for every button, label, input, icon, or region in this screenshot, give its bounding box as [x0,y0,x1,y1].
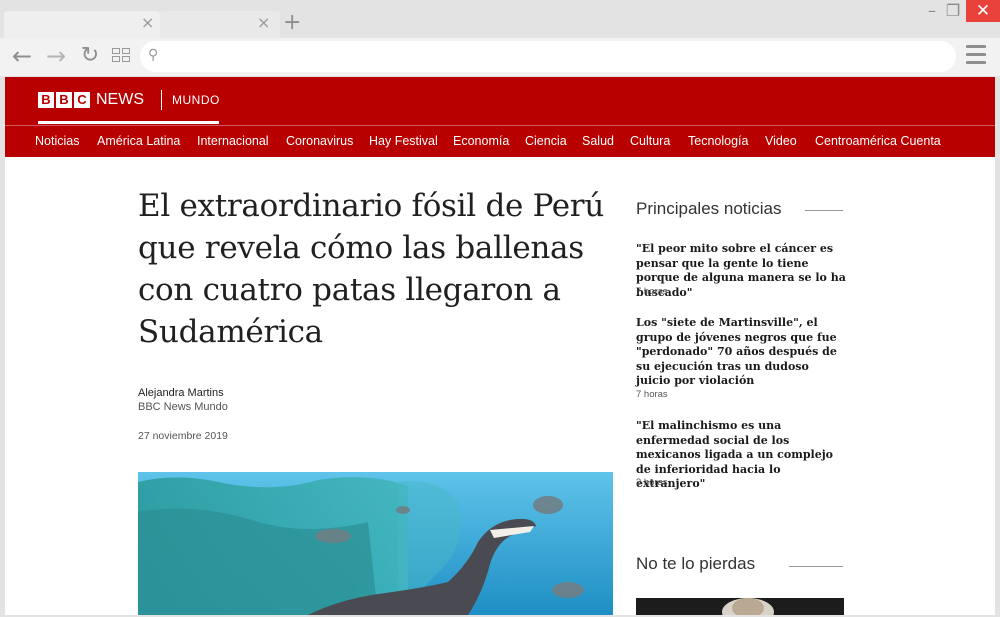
article-hero-image [138,472,613,615]
nav-item-cultura[interactable]: Cultura [630,134,670,148]
service-name[interactable]: MUNDO [172,93,220,107]
nav-item-salud[interactable]: Salud [582,134,614,148]
dont-miss-thumbnail[interactable] [636,598,844,615]
reload-icon[interactable]: ↻ [76,42,104,70]
story-time: 7 horas [636,389,668,400]
story-time: 7 horas [636,286,668,297]
nav-item-centroamerica-cuenta[interactable]: Centroamérica Cuenta [815,134,941,148]
back-arrow-icon[interactable]: ← [8,42,36,70]
top-story-link[interactable]: Los "siete de Martinsville", el grupo de… [636,316,846,389]
top-stories-title: Principales noticias [636,199,782,218]
nav-item-tecnologia[interactable]: Tecnología [688,134,748,148]
section-divider [789,566,843,567]
nav-item-ciencia[interactable]: Ciencia [525,134,567,148]
address-bar[interactable]: ⚲ [140,41,956,72]
close-window-icon[interactable]: ✕ [966,0,1000,22]
bbc-news-logo[interactable]: B B C NEWS [38,92,144,109]
close-tab-icon[interactable]: × [257,15,270,31]
story-time: 3 horas [636,477,668,488]
article-source: BBC News Mundo [138,401,228,413]
browser-window: × × + – ❐ ✕ ← → ↻ ⚲ B B C NEWS MUNDO Not… [0,0,1000,617]
forward-arrow-icon[interactable]: → [42,42,70,70]
article-date: 27 noviembre 2019 [138,430,228,442]
main-nav: Noticias América Latina Internacional Co… [5,125,995,157]
browser-toolbar: ← → ↻ ⚲ [0,38,1000,76]
nav-item-internacional[interactable]: Internacional [197,134,269,148]
minimize-icon[interactable]: – [922,0,942,22]
search-icon: ⚲ [148,47,159,63]
nav-item-coronavirus[interactable]: Coronavirus [286,134,353,148]
nav-item-america-latina[interactable]: América Latina [97,134,180,148]
section-divider [805,210,843,211]
close-tab-icon[interactable]: × [141,15,154,31]
nav-item-noticias[interactable]: Noticias [35,134,79,148]
browser-tab[interactable]: × [160,11,280,38]
article-headline: El extraordinario fósil de Perú que reve… [138,188,604,350]
dont-miss-title: No te lo pierdas [636,554,756,573]
site-header: B B C NEWS MUNDO [5,77,995,125]
logo-divider [161,90,162,110]
logo-underline [38,121,219,124]
nav-item-hay-festival[interactable]: Hay Festival [369,134,438,148]
new-tab-icon[interactable]: + [283,12,301,34]
browser-tab[interactable]: × [4,11,160,38]
restore-icon[interactable]: ❐ [943,0,963,22]
menu-icon[interactable] [964,44,988,66]
nav-item-economia[interactable]: Economía [453,134,509,148]
web-page: B B C NEWS MUNDO Noticias América Latina In… [5,77,995,615]
article-author: Alejandra Martins [138,387,224,399]
nav-item-video[interactable]: Video [765,134,797,148]
apps-icon[interactable] [112,48,132,64]
